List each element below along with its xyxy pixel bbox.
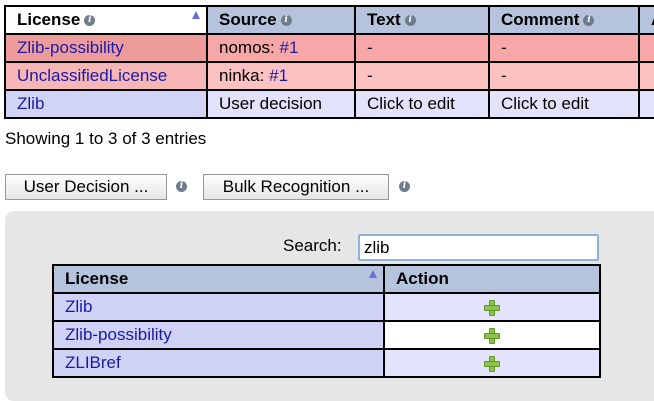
license-link[interactable]: UnclassifiedLicense — [17, 66, 167, 85]
info-icon[interactable]: i — [84, 15, 96, 27]
comment-cell: - — [488, 33, 640, 63]
table-row: Zlib-possibility nomos: #1 - - — [4, 33, 654, 63]
source-label: User decision — [219, 94, 322, 113]
comment-edit-cell[interactable]: Click to edit — [488, 89, 640, 119]
action-cell — [638, 89, 654, 119]
column-header-action[interactable]: A — [638, 5, 654, 35]
source-cell: ninka: #1 — [206, 61, 356, 91]
add-icon[interactable] — [484, 327, 500, 344]
bulk-recognition-button[interactable]: Bulk Recognition ... — [203, 174, 389, 200]
info-icon[interactable]: i — [404, 15, 416, 27]
add-icon[interactable] — [484, 299, 500, 316]
search-label: Search: — [283, 236, 342, 255]
source-cell: User decision — [206, 89, 356, 119]
user-decision-button[interactable]: User Decision ... — [5, 174, 167, 200]
license-link[interactable]: ZLIBref — [65, 353, 121, 372]
column-header-label: License — [65, 269, 129, 288]
sort-ascending-icon[interactable] — [369, 270, 377, 278]
add-icon[interactable] — [484, 355, 500, 372]
license-link[interactable]: Zlib — [65, 297, 92, 316]
table-row: Zlib-possibility — [52, 320, 601, 350]
column-header-action[interactable]: Action — [383, 264, 601, 294]
action-cell — [383, 320, 601, 350]
license-cell[interactable]: Zlib — [52, 292, 385, 322]
license-cell[interactable]: Zlib — [4, 89, 208, 119]
license-cell[interactable]: ZLIBref — [52, 348, 385, 378]
column-header-license[interactable]: License i — [4, 5, 208, 35]
license-search-table: License Action Zlib Zlib-possibility ZLI… — [52, 264, 601, 378]
license-link[interactable]: Zlib-possibility — [65, 325, 172, 344]
comment-cell: - — [488, 61, 640, 91]
license-link[interactable]: Zlib — [17, 94, 44, 113]
table-row: Zlib User decision Click to edit Click t… — [4, 89, 654, 119]
table-header-row: License Action — [52, 264, 601, 294]
sort-ascending-icon[interactable] — [192, 11, 200, 19]
column-header-license[interactable]: License — [52, 264, 385, 294]
table-row: Zlib — [52, 292, 601, 322]
license-link[interactable]: Zlib-possibility — [17, 38, 124, 57]
source-link[interactable]: #1 — [279, 38, 298, 57]
text-cell: - — [354, 33, 490, 63]
table-row: ZLIBref — [52, 348, 601, 378]
source-cell: nomos: #1 — [206, 33, 356, 63]
table-row: UnclassifiedLicense ninka: #1 - - — [4, 61, 654, 91]
table-header-row: Licensei Sourcei Texti Commenti A — [4, 5, 654, 35]
info-icon[interactable]: i — [399, 181, 410, 192]
action-cell — [638, 61, 654, 91]
column-header-source[interactable]: Source i — [206, 5, 356, 35]
info-icon[interactable]: i — [280, 15, 292, 27]
action-cell — [383, 348, 601, 378]
source-label: ninka: — [219, 66, 265, 85]
license-cell[interactable]: UnclassifiedLicense — [4, 61, 208, 91]
column-header-label: Action — [396, 269, 449, 288]
text-edit-cell[interactable]: Click to edit — [354, 89, 490, 119]
info-icon[interactable]: i — [176, 181, 187, 192]
search-input[interactable] — [358, 234, 599, 261]
license-cell[interactable]: Zlib-possibility — [4, 33, 208, 63]
action-cell — [638, 33, 654, 63]
source-link[interactable]: #1 — [269, 66, 288, 85]
text-cell: - — [354, 61, 490, 91]
license-decision-table: Licensei Sourcei Texti Commenti A Zlib-p… — [4, 5, 654, 119]
column-header-label: Comment — [501, 10, 580, 29]
action-cell — [383, 292, 601, 322]
table-entries-info: Showing 1 to 3 of 3 entries — [5, 129, 207, 148]
column-header-label: Text — [367, 10, 401, 29]
column-header-label: License — [17, 10, 81, 29]
column-header-label: Source — [219, 10, 277, 29]
column-header-text[interactable]: Text i — [354, 5, 490, 35]
column-header-comment[interactable]: Comment i — [488, 5, 640, 35]
info-icon[interactable]: i — [583, 15, 595, 27]
license-cell[interactable]: Zlib-possibility — [52, 320, 385, 350]
source-label: nomos: — [219, 38, 275, 57]
